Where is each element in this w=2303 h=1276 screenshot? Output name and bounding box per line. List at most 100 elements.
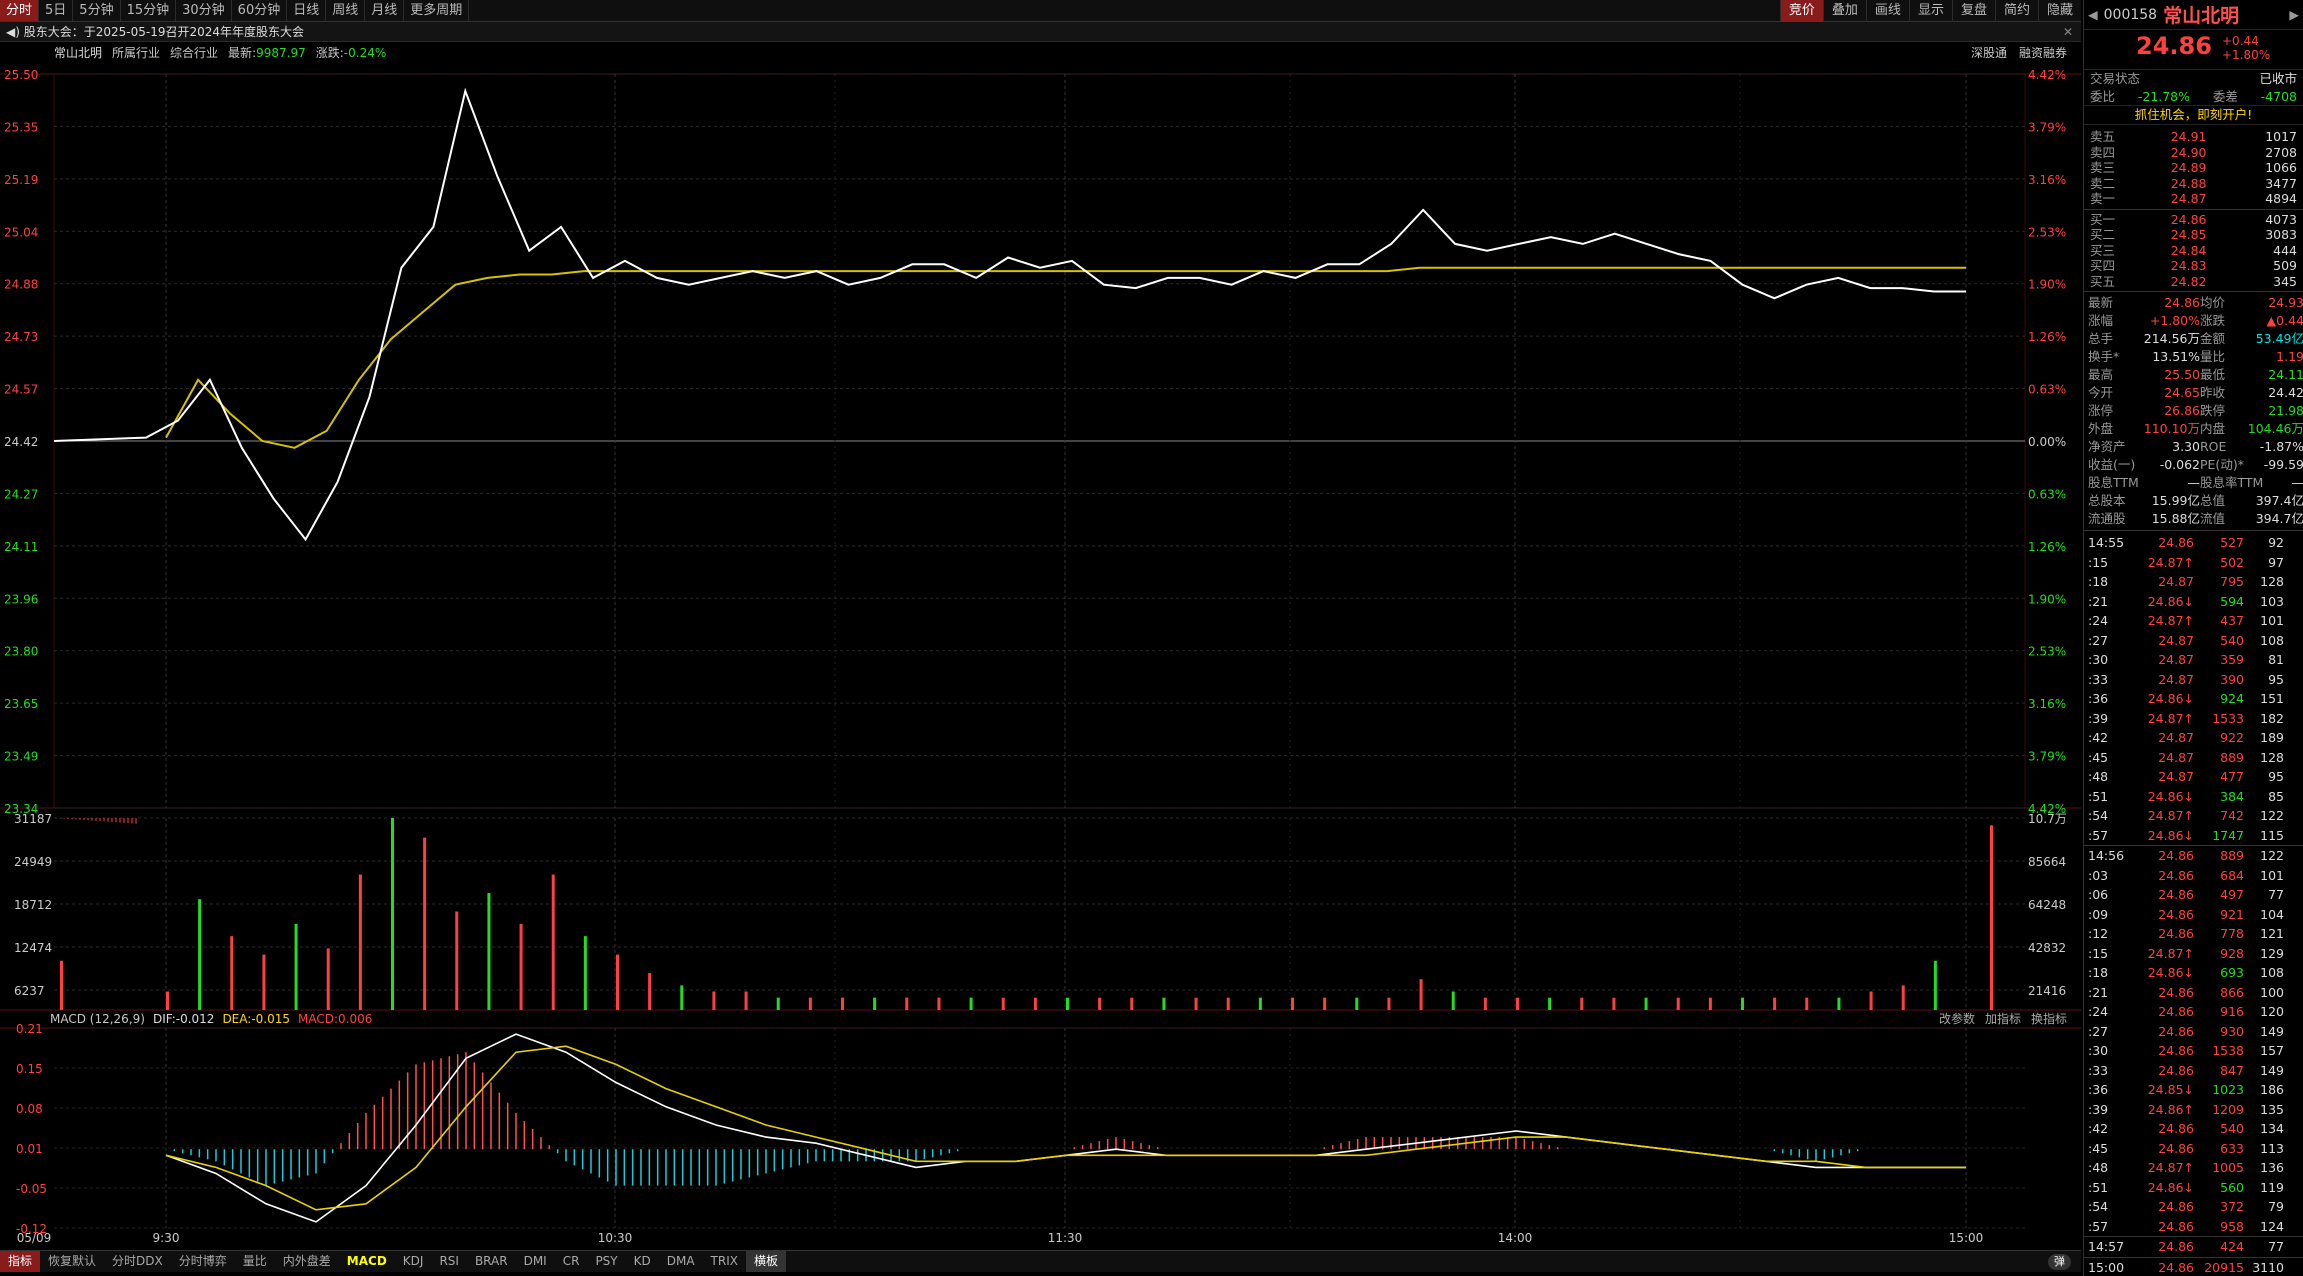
stat-cell: 26.86 — [2164, 403, 2200, 418]
book-price: 24.86 — [2170, 211, 2207, 227]
tick-count: 113 — [2260, 1140, 2284, 1156]
indicator-tab-9[interactable]: BRAR — [467, 1251, 516, 1272]
stat-cell: 最新 — [2088, 295, 2114, 310]
book-row: 卖五 24.91 1017 — [2084, 129, 2303, 145]
tick-row: :45 24.86 633 113 — [2084, 1139, 2303, 1159]
stat-cell: 金额 — [2200, 331, 2226, 346]
tick-list[interactable]: 14:55 24.86 527 92:15 24.87↑ 502 97:18 24.87 795… — [2084, 533, 2303, 1276]
book-price: 24.87 — [2170, 191, 2207, 206]
edit-params-button[interactable]: 改参数 — [1939, 1011, 1975, 1027]
switch-indicator-button[interactable]: 换指标 — [2031, 1011, 2067, 1027]
indicator-tab-6[interactable]: MACD — [339, 1251, 395, 1272]
tick-volume: 1533 — [2212, 710, 2244, 726]
indicator-tab-2[interactable]: 分时DDX — [104, 1251, 171, 1272]
indicator-tab-10[interactable]: DMI — [516, 1251, 555, 1272]
book-volume: 3477 — [2265, 175, 2297, 191]
tick-time: :48 — [2088, 769, 2109, 784]
tick-price: 24.87 — [2158, 749, 2194, 765]
indicator-tab-5[interactable]: 内外盘差 — [275, 1251, 339, 1272]
volume-bar — [616, 954, 619, 1010]
tick-volume: 527 — [2220, 535, 2244, 550]
macd-tick-label: -0.05 — [16, 1182, 47, 1196]
volume-bar — [1419, 979, 1423, 1010]
pct-tick-label: 2.53% — [2028, 225, 2066, 239]
indicator-tab-4[interactable]: 量比 — [235, 1251, 275, 1272]
macd-tick-label: 0.08 — [16, 1102, 43, 1116]
pct-tick-label: 0.63% — [2028, 487, 2066, 501]
price-tick-label: 23.80 — [4, 645, 38, 659]
indicator-tab-12[interactable]: PSY — [587, 1251, 625, 1272]
dif-line — [165, 1033, 1966, 1223]
tick-time: :27 — [2088, 632, 2109, 648]
stat-cell: 394.7亿 — [2255, 511, 2303, 526]
pct-tick-label: 0.00% — [2028, 435, 2066, 449]
stat-cell: 涨幅 — [2088, 313, 2114, 328]
volume-bar — [487, 893, 491, 1010]
volume-bar — [60, 960, 63, 1010]
volume-bar — [423, 837, 427, 1010]
indicator-tab-15[interactable]: TRIX — [703, 1251, 746, 1272]
tick-row: :33 24.87 390 95 — [2084, 670, 2303, 690]
book-volume: 2708 — [2265, 144, 2297, 160]
time-tick-label: 11:30 — [1048, 1231, 1083, 1245]
stat-cell: 25.50 — [2164, 367, 2200, 382]
volume-bar — [1323, 997, 1327, 1010]
stat-cell: 397.4亿 — [2255, 493, 2303, 508]
tick-count: 129 — [2260, 945, 2284, 961]
stock-code: 000158 — [2103, 6, 2158, 23]
indicator-tab-3[interactable]: 分时博弈 — [171, 1251, 235, 1272]
open-account-link[interactable]: 抓住机会，即刻开户! — [2084, 106, 2303, 125]
indicator-tab-7[interactable]: KDJ — [395, 1251, 432, 1272]
stat-cell: 110.10万 — [2143, 421, 2200, 436]
tick-volume: 795 — [2220, 574, 2244, 589]
tick-price: 24.85↓ — [2147, 1082, 2194, 1097]
book-level: 买一 — [2090, 211, 2116, 227]
volume-tick-label: 31187 — [14, 812, 52, 826]
tick-row: :48 24.87 477 95 — [2084, 767, 2303, 787]
indicator-tab-14[interactable]: DMA — [659, 1251, 703, 1272]
volume-bar — [744, 991, 748, 1010]
book-row: 买四 24.83 509 — [2084, 258, 2303, 274]
indicator-tab-8[interactable]: RSI — [431, 1251, 467, 1272]
avg-price-line — [165, 266, 1966, 449]
pct-tick-label: 1.26% — [2028, 330, 2066, 344]
indicator-tab-13[interactable]: KD — [626, 1251, 659, 1272]
tick-volume: 384 — [2220, 788, 2244, 804]
pct-tick-label: 3.79% — [2028, 120, 2066, 134]
macd-title[interactable]: MACD (12,26,9) — [50, 1011, 145, 1027]
tick-row: :18 24.86↓ 693 108 — [2084, 963, 2303, 983]
volume-bar — [873, 997, 877, 1010]
tick-count: 77 — [2268, 887, 2284, 902]
next-stock-icon[interactable]: ▶ — [2289, 7, 2299, 22]
indicator-tab-16[interactable]: 横板 — [745, 1251, 786, 1272]
tick-price: 24.87 — [2158, 769, 2194, 784]
popup-toggle[interactable]: 弹 — [2048, 1254, 2071, 1270]
status-row: 交易状态 已收市 — [2084, 70, 2303, 88]
tick-count: 135 — [2260, 1101, 2284, 1117]
volume-bar — [391, 818, 394, 1010]
price-tick-label: 24.88 — [4, 278, 38, 292]
stat-cell: 收益(一) — [2088, 457, 2136, 472]
price-tick-label: 25.04 — [4, 225, 38, 239]
volume-bar — [905, 997, 909, 1010]
prev-stock-icon[interactable]: ◀ — [2088, 7, 2098, 22]
price-tick-label: 24.73 — [4, 330, 38, 344]
pct-tick-label: 3.79% — [2028, 750, 2066, 764]
tick-row: :54 24.86 372 79 — [2084, 1197, 2303, 1217]
tick-time: :57 — [2088, 827, 2109, 843]
price-tick-label: 23.49 — [4, 750, 38, 764]
tick-volume: 1747 — [2212, 827, 2244, 843]
tick-row: 14:55 24.86 527 92 — [2084, 533, 2303, 553]
tick-volume: 424 — [2220, 1239, 2244, 1254]
time-tick-label: 14:00 — [1498, 1231, 1533, 1245]
indicator-tab-0[interactable]: 指标 — [0, 1251, 41, 1272]
volume-bar — [937, 997, 941, 1010]
indicator-tab-11[interactable]: CR — [555, 1251, 588, 1272]
tick-volume: 693 — [2220, 965, 2244, 980]
add-indicator-button[interactable]: 加指标 — [1985, 1011, 2021, 1027]
intraday-chart[interactable]: 25.50 4.42% 25.35 3.79% 25.19 3.16% 25.04 2.53%… — [0, 0, 2081, 1250]
price-tick-label: 25.35 — [4, 120, 38, 134]
indicator-tab-1[interactable]: 恢复默认 — [40, 1251, 104, 1272]
tick-volume: 20915 — [2204, 1259, 2244, 1275]
volume-bar — [1676, 997, 1680, 1010]
